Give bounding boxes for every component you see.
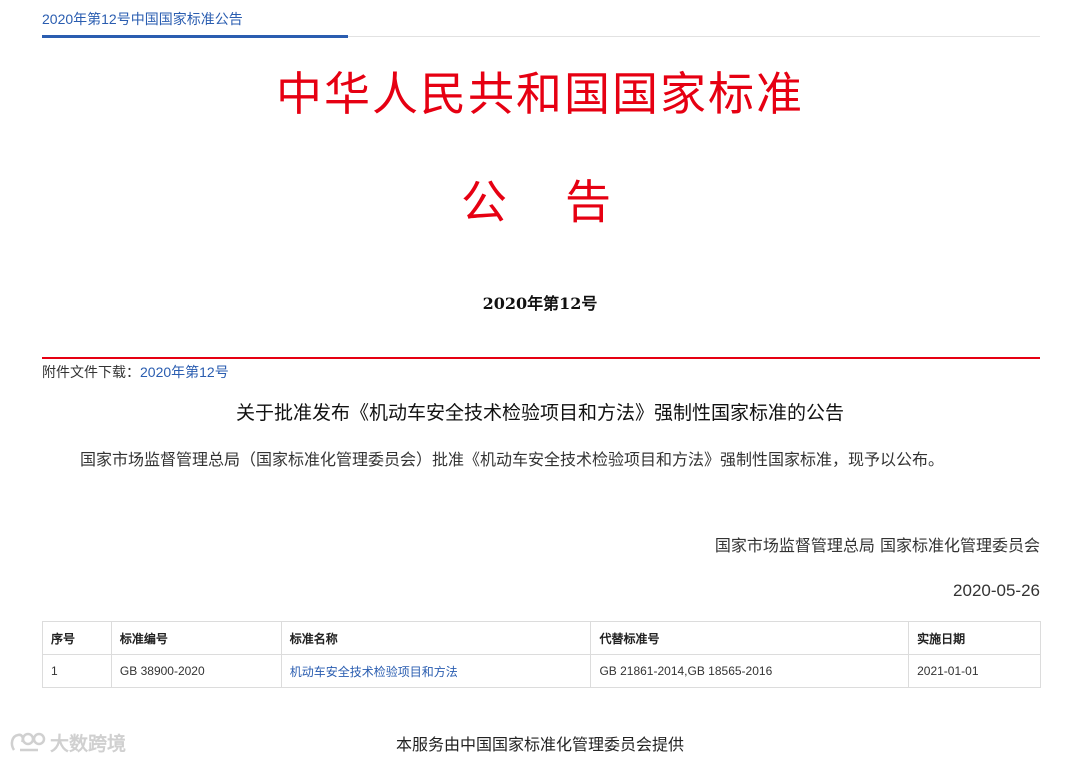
cell-standard-name-link[interactable]: 机动车安全技术检验项目和方法 <box>280 654 592 688</box>
cell-effective-date: 2021-01-01 <box>908 654 1041 688</box>
page-header-title: 2020年第12号中国国家标准公告 <box>42 11 243 27</box>
table-header-row: 序号 标准编号 标准名称 代替标准号 实施日期 <box>42 621 1041 655</box>
standards-table: 序号 标准编号 标准名称 代替标准号 实施日期 1 GB 38900-2020 … <box>42 621 1041 688</box>
footer-text: 本服务由中国国家标准化管理委员会提供 <box>395 737 684 754</box>
document-title: 关于批准发布《机动车安全技术检验项目和方法》强制性国家标准的公告 <box>235 403 844 424</box>
attachment-download-link[interactable]: 2020年第12号 <box>140 364 229 380</box>
document-date: 2020-05-26 <box>953 581 1040 600</box>
header-accent-bar <box>42 35 348 38</box>
cell-index: 1 <box>42 654 112 688</box>
document-body: 国家市场监督管理总局（国家标准化管理委员会）批准《机动车安全技术检验项目和方法》… <box>80 450 945 469</box>
cell-replaced-standard: GB 21861-2014,GB 18565-2016 <box>590 654 910 688</box>
notice-main-title: 中华人民共和国国家标准 <box>276 67 804 121</box>
attachment-row: 附件文件下载：2020年第12号 <box>42 362 229 382</box>
column-header-replaced-standard: 代替标准号 <box>590 621 910 655</box>
cell-standard-number: GB 38900-2020 <box>110 654 282 688</box>
notice-sub-title: 公告 <box>461 175 669 229</box>
column-header-standard-number: 标准编号 <box>110 621 282 655</box>
column-header-effective-date: 实施日期 <box>908 621 1041 655</box>
column-header-standard-name: 标准名称 <box>280 621 592 655</box>
red-divider <box>42 357 1040 359</box>
table-row: 1 GB 38900-2020 机动车安全技术检验项目和方法 GB 21861-… <box>42 654 1041 688</box>
document-signer: 国家市场监督管理总局 国家标准化管理委员会 <box>714 536 1040 555</box>
column-header-index: 序号 <box>42 621 112 655</box>
attachment-label: 附件文件下载： <box>42 364 140 380</box>
notice-number: 2020年第12号 <box>482 294 598 313</box>
